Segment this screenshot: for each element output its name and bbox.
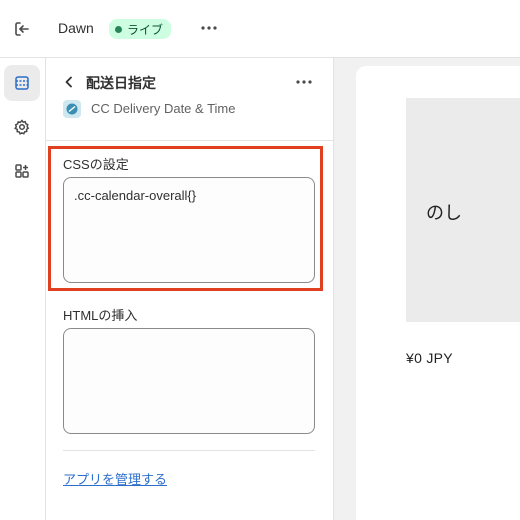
store-preview: のし ¥0 JPY — [356, 66, 520, 520]
product-price: ¥0 JPY — [406, 350, 453, 366]
product-image[interactable]: のし — [406, 98, 520, 322]
more-horizontal-icon[interactable] — [199, 18, 219, 38]
apps-icon — [15, 164, 29, 178]
chevron-left-icon[interactable] — [62, 75, 76, 89]
live-status-badge: ライブ — [109, 19, 172, 39]
css-settings-textarea[interactable]: .cc-calendar-overall{} — [63, 177, 315, 283]
theme-name[interactable]: Dawn — [58, 20, 94, 36]
sidebar-item-sections[interactable] — [4, 65, 40, 101]
more-horizontal-icon[interactable] — [294, 72, 314, 92]
app-logo-icon — [63, 100, 81, 118]
divider — [46, 140, 333, 141]
sections-icon — [15, 76, 29, 90]
panel-title: 配送日指定 — [86, 75, 156, 91]
sidebar-item-settings[interactable] — [4, 109, 40, 145]
manage-app-link[interactable]: アプリを管理する — [63, 469, 167, 488]
gear-icon — [14, 119, 30, 135]
exit-icon[interactable] — [12, 19, 32, 39]
sidebar-item-apps[interactable] — [4, 153, 40, 189]
live-dot-icon — [115, 25, 122, 33]
product-name: のし — [426, 203, 462, 223]
live-badge-label: ライブ — [127, 22, 164, 37]
sidebar-rail — [0, 58, 46, 520]
app-name: CC Delivery Date & Time — [91, 101, 236, 116]
css-field-label: CSSの設定 — [63, 157, 129, 172]
block-settings-panel: 配送日指定 CC Delivery Date & Time CSSの設定 .cc… — [46, 58, 334, 520]
html-insert-textarea[interactable] — [63, 328, 315, 434]
divider — [63, 450, 315, 451]
top-bar: Dawn ライブ — [0, 0, 520, 58]
html-field-label: HTMLの挿入 — [63, 308, 138, 323]
